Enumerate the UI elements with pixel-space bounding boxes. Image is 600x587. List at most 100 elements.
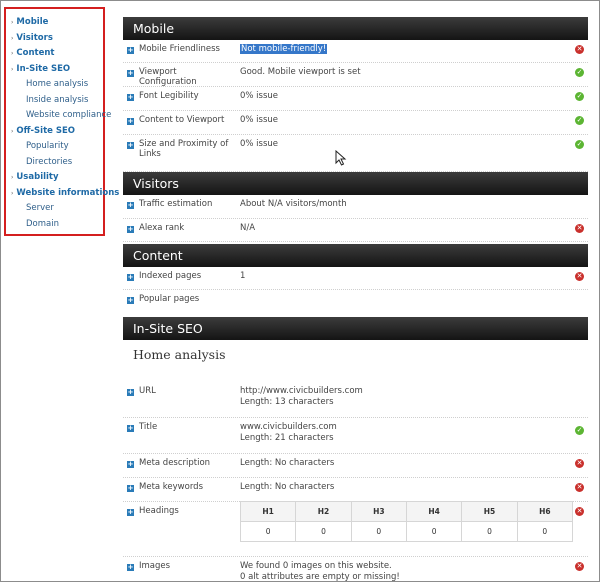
table-cell: 0 (350, 521, 407, 542)
plus-icon[interactable]: + (127, 226, 134, 233)
section-header-content: Content (123, 244, 588, 267)
row-meta-description[interactable]: + Meta description Length: No characters… (123, 454, 588, 478)
row-value: 0% issue (240, 115, 279, 125)
row-label: Viewport Configuration (139, 67, 197, 87)
section-header-visitors: Visitors (123, 172, 588, 195)
row-popular-pages[interactable]: + Popular pages (123, 290, 588, 315)
sidebar-item-content[interactable]: › Content (6, 46, 103, 62)
row-value: 1 (240, 271, 246, 281)
plus-icon[interactable]: + (127, 70, 134, 77)
sidebar-item-server[interactable]: Server (6, 201, 103, 217)
check-icon: ✓ (575, 116, 584, 125)
plus-icon[interactable]: + (127, 297, 134, 304)
plus-icon[interactable]: + (127, 118, 134, 125)
row-label: Popular pages (139, 294, 200, 304)
row-label: Images (139, 561, 171, 571)
images-alt-text: 0 alt attributes are empty or missing! (240, 572, 400, 582)
cross-icon: ✕ (575, 507, 584, 516)
plus-icon[interactable]: + (127, 202, 134, 209)
title-value: www.civicbuilders.com (240, 422, 337, 432)
arrow-right-icon: › (11, 189, 14, 197)
row-traffic-estimation[interactable]: + Traffic estimation About N/A visitors/… (123, 195, 588, 219)
row-label: Title (139, 422, 158, 432)
row-value: We found 0 images on this website. 0 alt… (240, 561, 400, 583)
row-size-proximity-links[interactable]: + Size and Proximity of Links 0% issue ✓ (123, 135, 588, 172)
plus-icon[interactable]: + (127, 425, 134, 432)
headings-header-row: H1 H2 H3 H4 H5 H6 (239, 501, 574, 522)
cross-icon: ✕ (575, 562, 584, 571)
plus-icon[interactable]: + (127, 485, 134, 492)
plus-icon[interactable]: + (127, 274, 134, 281)
selected-text: Not mobile-friendly! (240, 44, 328, 54)
sidebar-item-usability[interactable]: › Usability (6, 170, 103, 186)
table-header: H6 (516, 501, 574, 522)
row-mobile-friendliness[interactable]: + Mobile Friendliness Not mobile-friendl… (123, 40, 588, 63)
cross-icon: ✕ (575, 483, 584, 492)
check-icon: ✓ (575, 92, 584, 101)
arrow-right-icon: › (11, 19, 14, 26)
row-indexed-pages[interactable]: + Indexed pages 1 ✕ (123, 267, 588, 290)
arrow-right-icon: › (11, 174, 14, 181)
row-title[interactable]: + Title www.civicbuilders.com Length: 21… (123, 418, 588, 454)
row-alexa-rank[interactable]: + Alexa rank N/A ✕ (123, 219, 588, 242)
sidebar-item-in-site-seo[interactable]: › In-Site SEO (6, 62, 103, 78)
table-cell: 0 (461, 521, 518, 542)
plus-icon[interactable]: + (127, 564, 134, 571)
plus-icon[interactable]: + (127, 509, 134, 516)
arrow-right-icon: › (11, 127, 14, 135)
check-icon: ✓ (575, 68, 584, 77)
sidebar-item-website-compliance[interactable]: Website compliance (6, 108, 111, 124)
subsection-title: Home analysis (133, 347, 226, 362)
table-cell: 0 (516, 521, 574, 542)
row-images[interactable]: + Images We found 0 images on this websi… (123, 557, 588, 587)
images-found-text: We found 0 images on this website. (240, 561, 392, 571)
headings-table: H1 H2 H3 H4 H5 H6 0 0 0 0 0 0 (239, 501, 574, 542)
row-url[interactable]: + URL http://www.civicbuilders.com Lengt… (123, 382, 588, 418)
row-value: http://www.civicbuilders.com Length: 13 … (240, 386, 363, 408)
table-header: H5 (461, 501, 518, 522)
check-icon: ✓ (575, 426, 584, 435)
plus-icon[interactable]: + (127, 94, 134, 101)
row-label: Headings (139, 506, 179, 516)
sidebar-item-visitors[interactable]: › Visitors (6, 31, 103, 47)
arrow-right-icon: › (11, 34, 14, 42)
sidebar-item-home-analysis[interactable]: Home analysis (6, 77, 103, 93)
row-value: 0% issue (240, 139, 279, 149)
row-value: www.civicbuilders.com Length: 21 charact… (240, 422, 337, 444)
table-header: H3 (350, 501, 407, 522)
row-viewport-configuration[interactable]: + Viewport Configuration Good. Mobile vi… (123, 63, 588, 87)
plus-icon[interactable]: + (127, 389, 134, 396)
plus-icon[interactable]: + (127, 461, 134, 468)
sidebar-item-domain[interactable]: Domain (6, 217, 103, 233)
row-meta-keywords[interactable]: + Meta keywords Length: No characters ✕ (123, 478, 588, 502)
section-header-in-site-seo: In-Site SEO (123, 317, 588, 340)
row-value: 0% issue (240, 91, 279, 101)
check-icon: ✓ (575, 140, 584, 149)
sidebar-item-directories[interactable]: Directories (6, 155, 103, 171)
sidebar-item-website-informations[interactable]: › Website informations (6, 186, 119, 202)
row-headings[interactable]: + Headings H1 H2 H3 H4 H5 H6 0 0 0 0 0 0… (123, 501, 588, 557)
arrow-right-icon: › (11, 65, 14, 73)
row-label: Alexa rank (139, 223, 185, 233)
section-header-mobile: Mobile (123, 17, 588, 40)
plus-icon[interactable]: + (127, 47, 134, 54)
sidebar-item-off-site-seo[interactable]: › Off-Site SEO (6, 124, 103, 140)
plus-icon[interactable]: + (127, 142, 134, 149)
sidebar-item-inside-analysis[interactable]: Inside analysis (6, 93, 103, 109)
table-header: H4 (405, 501, 463, 522)
row-label: Meta description (139, 458, 211, 468)
sidebar-item-popularity[interactable]: Popularity (6, 139, 103, 155)
row-label: URL (139, 386, 156, 396)
headings-count-row: 0 0 0 0 0 0 (239, 521, 574, 542)
cross-icon: ✕ (575, 45, 584, 54)
table-cell: 0 (295, 521, 352, 542)
table-cell: 0 (239, 521, 297, 542)
row-value: Good. Mobile viewport is set (240, 67, 361, 77)
arrow-right-icon: › (11, 50, 14, 57)
row-label: Mobile Friendliness (139, 44, 220, 54)
row-label: Traffic estimation (139, 199, 213, 209)
row-font-legibility[interactable]: + Font Legibility 0% issue ✓ (123, 87, 588, 111)
row-content-to-viewport[interactable]: + Content to Viewport 0% issue ✓ (123, 111, 588, 135)
sidebar-item-mobile[interactable]: › Mobile (6, 15, 103, 31)
